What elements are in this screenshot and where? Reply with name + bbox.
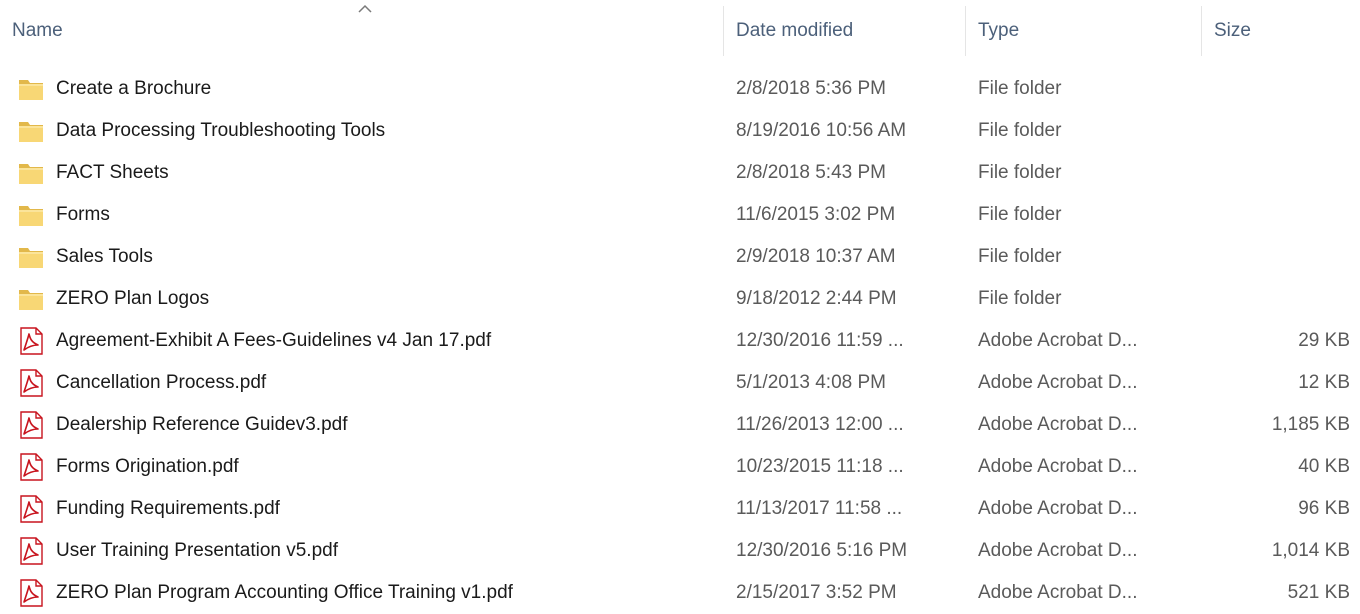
file-date-modified: 5/1/2013 4:08 PM [736, 372, 886, 393]
column-header-type[interactable]: Type [966, 0, 1200, 62]
file-date-modified: 8/19/2016 10:56 AM [736, 120, 907, 141]
file-date-modified: 2/9/2018 10:37 AM [736, 246, 896, 267]
folder-row[interactable]: Data Processing Troubleshooting Tools 8/1… [0, 110, 1360, 152]
column-header-name-label: Name [12, 20, 63, 41]
file-date-modified: 2/15/2017 3:52 PM [736, 582, 897, 603]
file-row[interactable]: User Training Presentation v5.pdf 12/30/2… [0, 530, 1360, 572]
pdf-icon [16, 536, 46, 566]
file-name: ZERO Plan Logos [56, 288, 210, 309]
folder-icon [16, 200, 46, 230]
column-header-size-label: Size [1214, 20, 1251, 41]
file-date-modified: 11/6/2015 3:02 PM [736, 204, 896, 225]
file-row[interactable]: Funding Requirements.pdf 11/13/2017 11:58… [0, 488, 1360, 530]
file-row[interactable]: Agreement-Exhibit A Fees-Guidelines v4 J… [0, 320, 1360, 362]
file-type: File folder [978, 120, 1062, 141]
file-name: Cancellation Process.pdf [56, 372, 267, 393]
file-name: Create a Brochure [56, 78, 212, 99]
file-date-modified: 10/23/2015 11:18 ... [736, 456, 904, 477]
file-size: 96 KB [1298, 498, 1350, 519]
file-type: File folder [978, 246, 1062, 267]
file-date-modified: 12/30/2016 5:16 PM [736, 540, 908, 561]
file-name: Data Processing Troubleshooting Tools [56, 120, 386, 141]
file-name: FACT Sheets [56, 162, 169, 183]
file-date-modified: 11/13/2017 11:58 ... [736, 498, 903, 519]
file-name: Sales Tools [56, 246, 153, 267]
column-header-bar: Name Date modified Type Size [0, 0, 1360, 62]
column-header-size[interactable]: Size [1202, 0, 1360, 62]
folder-row[interactable]: FACT Sheets 2/8/2018 5:43 PM File folder [0, 152, 1360, 194]
file-type: File folder [978, 288, 1062, 309]
file-size: 40 KB [1298, 456, 1350, 477]
column-header-name[interactable]: Name [0, 0, 722, 62]
folder-row[interactable]: Sales Tools 2/9/2018 10:37 AM File folder [0, 236, 1360, 278]
folder-icon [16, 158, 46, 188]
pdf-icon [16, 494, 46, 524]
file-size: 521 KB [1287, 582, 1350, 603]
file-type: Adobe Acrobat D... [978, 330, 1138, 351]
folder-icon [16, 284, 46, 314]
file-type: File folder [978, 162, 1062, 183]
pdf-icon [16, 368, 46, 398]
file-list: Create a Brochure 2/8/2018 5:36 PM File fo… [0, 68, 1360, 614]
file-name: Forms [56, 204, 110, 225]
file-date-modified: 2/8/2018 5:43 PM [736, 162, 886, 183]
file-size: 29 KB [1298, 330, 1350, 351]
folder-icon [16, 116, 46, 146]
file-date-modified: 9/18/2012 2:44 PM [736, 288, 897, 309]
file-type: File folder [978, 204, 1062, 225]
file-name: ZERO Plan Program Accounting Office Trai… [56, 582, 513, 603]
pdf-icon [16, 452, 46, 482]
file-date-modified: 12/30/2016 11:59 ... [736, 330, 904, 351]
file-size: 1,014 KB [1271, 540, 1350, 561]
column-header-type-label: Type [978, 20, 1020, 41]
pdf-icon [16, 578, 46, 608]
file-type: File folder [978, 78, 1062, 99]
file-name: Agreement-Exhibit A Fees-Guidelines v4 J… [56, 330, 492, 351]
folder-row[interactable]: Forms 11/6/2015 3:02 PM File folder [0, 194, 1360, 236]
file-row[interactable]: ZERO Plan Program Accounting Office Trai… [0, 572, 1360, 614]
file-name: User Training Presentation v5.pdf [56, 540, 338, 561]
file-row[interactable]: Forms Origination.pdf 10/23/2015 11:18 ..… [0, 446, 1360, 488]
file-size: 1,185 KB [1271, 414, 1350, 435]
file-size: 12 KB [1298, 372, 1350, 393]
folder-row[interactable]: ZERO Plan Logos 9/18/2012 2:44 PM File fol… [0, 278, 1360, 320]
file-name: Funding Requirements.pdf [56, 498, 280, 519]
folder-icon [16, 242, 46, 272]
file-type: Adobe Acrobat D... [978, 456, 1138, 477]
file-type: Adobe Acrobat D... [978, 582, 1138, 603]
file-date-modified: 2/8/2018 5:36 PM [736, 78, 886, 99]
column-header-date-label: Date modified [736, 20, 854, 41]
file-type: Adobe Acrobat D... [978, 414, 1138, 435]
file-name: Dealership Reference Guidev3.pdf [56, 414, 348, 435]
file-date-modified: 11/26/2013 12:00 ... [736, 414, 904, 435]
file-row[interactable]: Cancellation Process.pdf 5/1/2013 4:08 PM… [0, 362, 1360, 404]
file-name: Forms Origination.pdf [56, 456, 239, 477]
file-type: Adobe Acrobat D... [978, 540, 1138, 561]
folder-row[interactable]: Create a Brochure 2/8/2018 5:36 PM File fo… [0, 68, 1360, 110]
column-header-date-modified[interactable]: Date modified [724, 0, 964, 62]
pdf-icon [16, 326, 46, 356]
file-type: Adobe Acrobat D... [978, 372, 1138, 393]
pdf-icon [16, 410, 46, 440]
file-row[interactable]: Dealership Reference Guidev3.pdf 11/26/20… [0, 404, 1360, 446]
file-type: Adobe Acrobat D... [978, 498, 1138, 519]
folder-icon [16, 74, 46, 104]
